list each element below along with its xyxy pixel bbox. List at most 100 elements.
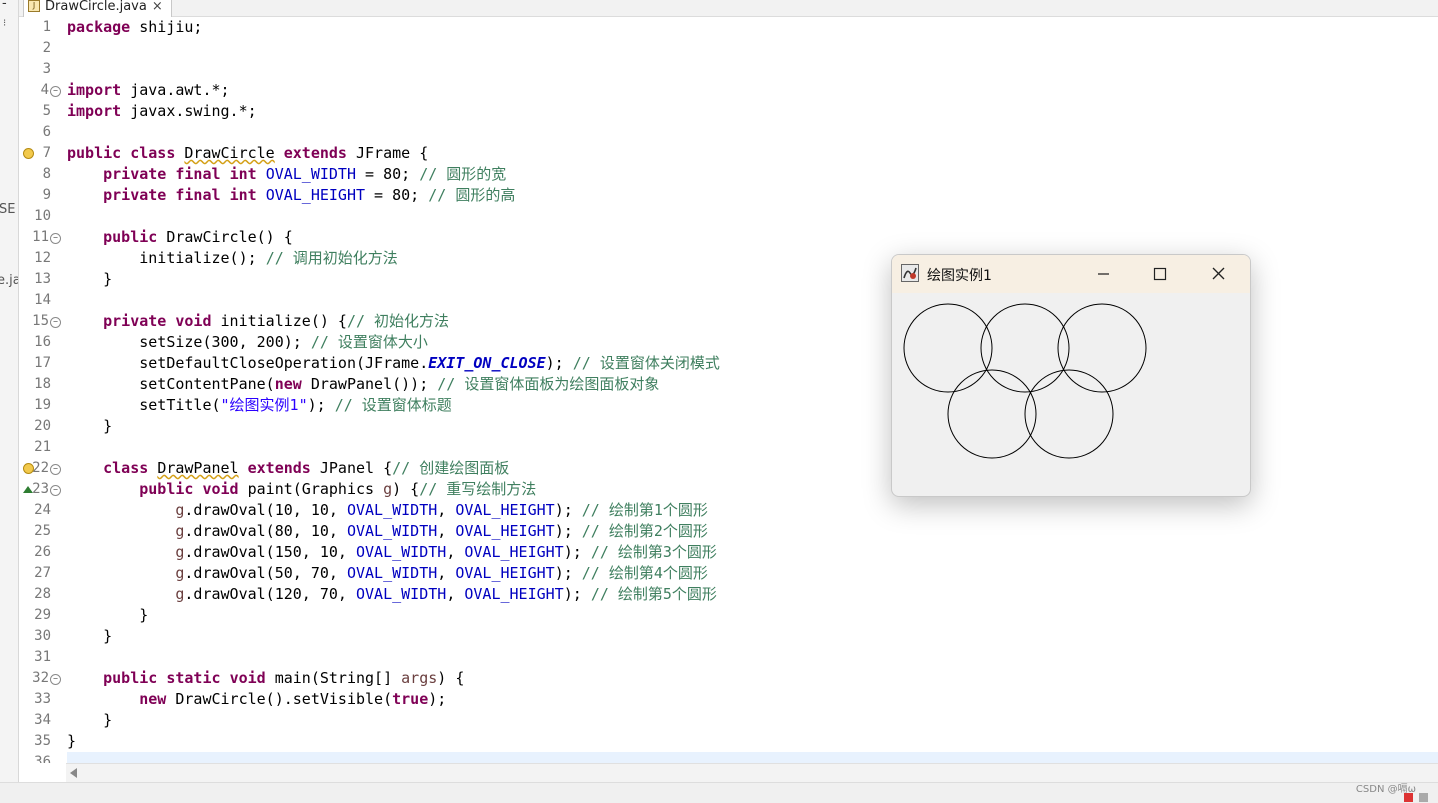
code-line[interactable]: }: [67, 626, 112, 647]
fold-toggle-icon[interactable]: −: [50, 674, 61, 685]
code-token: OVAL_WIDTH: [265, 165, 356, 183]
code-line[interactable]: initialize(); // 调用初始化方法: [67, 248, 398, 269]
sidebar-collapse-icon[interactable]: -: [2, 0, 7, 11]
line-number: 17: [19, 353, 65, 374]
code-line[interactable]: import java.awt.*;: [67, 80, 230, 101]
code-line[interactable]: public DrawCircle() {: [67, 227, 293, 248]
code-token: setDefaultCloseOperation(JFrame.: [67, 354, 429, 372]
code-line[interactable]: }: [67, 731, 76, 752]
fold-toggle-icon[interactable]: −: [50, 485, 61, 496]
code-token: import: [67, 102, 122, 120]
line-number: 2: [19, 38, 65, 59]
code-token: extends: [283, 144, 347, 162]
code-line[interactable]: public static void main(String[] args) {: [67, 668, 464, 689]
code-token: shijiu;: [130, 18, 203, 36]
fold-toggle-icon[interactable]: −: [50, 317, 61, 328]
warning-marker-icon[interactable]: [23, 148, 34, 159]
fold-toggle-icon[interactable]: −: [50, 464, 61, 475]
code-line[interactable]: g.drawOval(120, 70, OVAL_WIDTH, OVAL_HEI…: [67, 584, 717, 605]
code-token: );: [545, 354, 573, 372]
sidebar-grip-icon[interactable]: ⁝: [3, 18, 6, 29]
code-token: );: [554, 501, 582, 519]
code-line[interactable]: g.drawOval(10, 10, OVAL_WIDTH, OVAL_HEIG…: [67, 500, 708, 521]
code-line[interactable]: setSize(300, 200); // 设置窗体大小: [67, 332, 428, 353]
maximize-icon[interactable]: [1137, 259, 1183, 289]
code-line[interactable]: g.drawOval(150, 10, OVAL_WIDTH, OVAL_HEI…: [67, 542, 717, 563]
code-token: "绘图实例1": [220, 396, 308, 414]
code-line[interactable]: }: [67, 605, 148, 626]
code-line[interactable]: class DrawPanel extends JPanel {// 创建绘图面…: [67, 458, 509, 479]
code-token: true: [392, 690, 429, 708]
code-line[interactable]: g.drawOval(80, 10, OVAL_WIDTH, OVAL_HEIG…: [67, 521, 708, 542]
line-number: 3: [19, 59, 65, 80]
code-line[interactable]: private final int OVAL_WIDTH = 80; // 圆形…: [67, 164, 506, 185]
tab-close-icon[interactable]: ×: [152, 0, 163, 14]
code-line[interactable]: setDefaultCloseOperation(JFrame.EXIT_ON_…: [67, 353, 720, 374]
line-number-text: 11: [32, 229, 49, 245]
line-number-text: 8: [42, 166, 51, 182]
fold-toggle-icon[interactable]: −: [50, 86, 61, 97]
code-line[interactable]: }: [67, 710, 112, 731]
horizontal-scrollbar[interactable]: [66, 763, 1438, 782]
code-token: // 设置窗体面板为绘图面板对象: [437, 375, 660, 393]
line-number-text: 26: [34, 544, 51, 560]
code-token: ,: [437, 564, 456, 582]
line-number-text: 3: [42, 61, 51, 77]
code-token: // 创建绘图面板: [392, 459, 510, 477]
code-token: ,: [446, 585, 465, 603]
swing-window[interactable]: 绘图实例1: [891, 254, 1251, 497]
code-token: .drawOval(10, 10,: [184, 501, 347, 519]
code-line[interactable]: [67, 752, 1438, 763]
code-line[interactable]: import javax.swing.*;: [67, 101, 257, 122]
code-line[interactable]: setContentPane(new DrawPanel()); // 设置窗体…: [67, 374, 659, 395]
override-marker-icon[interactable]: [23, 486, 33, 493]
line-number: 12: [19, 248, 65, 269]
fold-toggle-icon[interactable]: −: [50, 233, 61, 244]
code-line[interactable]: private void initialize() {// 初始化方法: [67, 311, 449, 332]
tool-icon[interactable]: [1419, 793, 1428, 802]
code-line[interactable]: g.drawOval(50, 70, OVAL_WIDTH, OVAL_HEIG…: [67, 563, 708, 584]
line-number-text: 18: [34, 376, 51, 392]
line-number-text: 28: [34, 586, 51, 602]
code-token: setContentPane(: [67, 375, 275, 393]
code-token: private: [103, 165, 167, 183]
close-icon[interactable]: [1195, 259, 1241, 289]
oval-5: [1024, 369, 1114, 459]
line-number-text: 32: [32, 670, 49, 686]
line-number: 18: [19, 374, 65, 395]
code-token: );: [563, 543, 591, 561]
tab-drawcircle-java[interactable]: J DrawCircle.java ×: [23, 0, 172, 17]
tab-label: DrawCircle.java: [45, 0, 147, 14]
code-token: JPanel {: [310, 459, 393, 477]
scroll-left-icon[interactable]: [70, 768, 77, 778]
code-line[interactable]: new DrawCircle().setVisible(true);: [67, 689, 446, 710]
code-token: }: [67, 606, 149, 624]
window-title-bar[interactable]: 绘图实例1: [892, 255, 1250, 293]
code-token: DrawPanel());: [301, 375, 438, 393]
error-icon[interactable]: [1404, 793, 1413, 802]
code-line[interactable]: }: [67, 269, 112, 290]
code-line[interactable]: public class DrawCircle extends JFrame {: [67, 143, 428, 164]
code-token: // 设置窗体大小: [310, 333, 428, 351]
minimize-icon[interactable]: [1080, 259, 1126, 289]
code-token: void: [229, 669, 266, 687]
line-number: 30: [19, 626, 65, 647]
line-number: 10: [19, 206, 65, 227]
code-line[interactable]: setTitle("绘图实例1"); // 设置窗体标题: [67, 395, 452, 416]
code-token: );: [307, 396, 335, 414]
line-number: 35: [19, 731, 65, 752]
line-number: 14: [19, 290, 65, 311]
code-token: OVAL_WIDTH: [356, 543, 447, 561]
code-line[interactable]: }: [67, 416, 112, 437]
code-line[interactable]: public void paint(Graphics g) {// 重写绘制方法: [67, 479, 536, 500]
code-line[interactable]: package shijiu;: [67, 17, 202, 38]
code-token: public: [103, 228, 158, 246]
code-line[interactable]: private final int OVAL_HEIGHT = 80; // 圆…: [67, 185, 515, 206]
warning-marker-icon[interactable]: [23, 463, 34, 474]
